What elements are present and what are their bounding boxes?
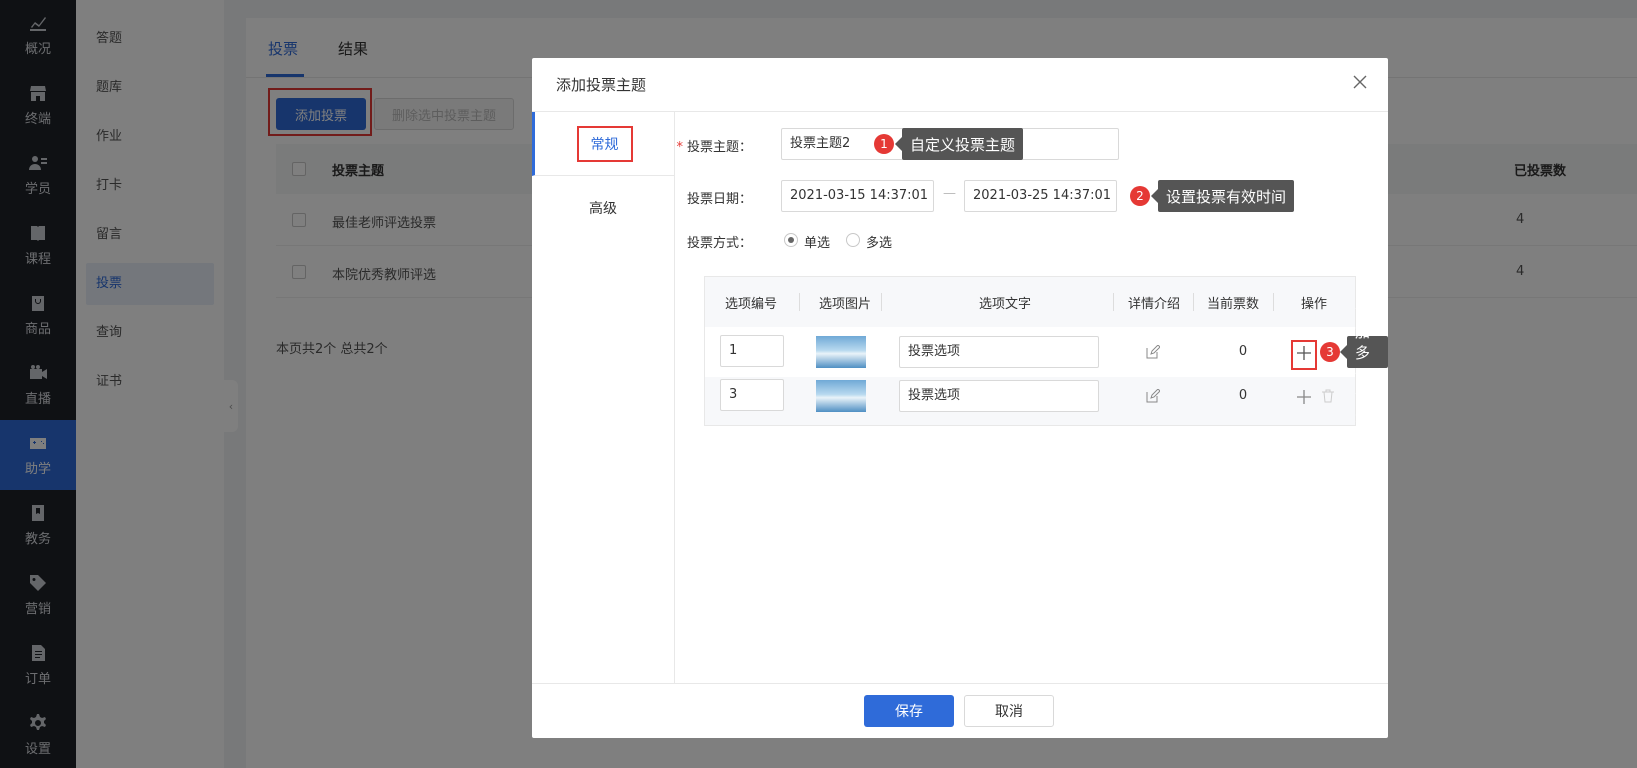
edit-details-button[interactable] [1145,388,1161,404]
options-table: 选项编号 选项图片 选项文字 详情介绍 当前票数 操作 1 投票选项 0 3 投… [704,276,1356,426]
option-votes: 0 [1238,344,1248,359]
header-separator [799,293,800,311]
callout-badge: 2 [1130,186,1150,206]
side-tab-advanced[interactable]: 高级 [532,176,674,240]
header-separator [1113,293,1114,311]
edit-details-button[interactable] [1145,344,1161,360]
option-image[interactable] [816,380,866,412]
close-button[interactable] [1348,70,1372,94]
plus-icon [1297,390,1311,404]
method-label: 投票方式： [686,236,752,251]
edit-icon [1146,389,1160,403]
callout-tooltip: 自定义投票主题 [894,128,1024,160]
single-choice-label[interactable]: 单选 [804,232,830,251]
side-tab-general[interactable]: 常规 [532,112,674,176]
callout-badge: 1 [874,134,894,154]
add-vote-dialog: 添加投票主题 常规 高级 * 投票主题： 投票主题2 投票日期： 2021-03-… [532,58,1388,738]
header-separator [881,293,882,311]
dialog-side-tabs: 常规 高级 [532,112,675,683]
header-details: 详情介绍 [1127,297,1180,312]
header-option-image: 选项图片 [818,297,871,312]
add-option-button[interactable] [1295,388,1313,406]
side-tab-advanced-label: 高级 [589,201,617,217]
side-tab-general-label: 常规 [576,125,633,162]
plus-icon [1297,346,1311,360]
multi-choice-label[interactable]: 多选 [866,232,892,251]
option-votes: 0 [1238,388,1248,403]
dialog-title: 添加投票主题 [556,76,647,94]
trash-icon [1322,389,1334,403]
option-text-input[interactable]: 投票选项 [899,380,1099,412]
subject-label-text: 投票主题： [686,140,752,155]
single-choice-radio[interactable] [784,233,798,247]
required-mark: * [676,140,683,155]
callout-tooltip: 点击添加多一个选项 [1340,260,1388,446]
delete-option-button[interactable] [1320,388,1336,404]
save-button[interactable]: 保存 [864,695,954,727]
close-icon [1353,75,1367,89]
option-number-input[interactable]: 3 [720,379,784,411]
callout-badge: 3 [1320,342,1340,362]
end-date-input[interactable]: 2021-03-25 14:37:01 [964,180,1117,212]
header-current-votes: 当前票数 [1206,297,1259,312]
date-separator: — [943,186,956,201]
callout-tooltip: 设置投票有效时间 [1150,180,1295,212]
header-actions: 操作 [1300,297,1327,312]
cancel-button[interactable]: 取消 [964,695,1054,727]
option-row: 1 投票选项 0 [705,327,1355,377]
option-number-input[interactable]: 1 [720,335,784,367]
option-image[interactable] [816,336,866,368]
start-date-input[interactable]: 2021-03-15 14:37:01 [781,180,934,212]
option-row: 3 投票选项 0 [705,377,1355,427]
header-option-number: 选项编号 [724,297,777,312]
dialog-divider [532,683,1388,684]
header-option-text: 选项文字 [978,297,1031,312]
date-label: 投票日期： [686,192,752,207]
subject-label: * 投票主题： [662,136,752,155]
add-option-button[interactable] [1295,344,1313,362]
edit-icon [1146,345,1160,359]
option-text-input[interactable]: 投票选项 [899,336,1099,368]
multi-choice-radio[interactable] [846,233,860,247]
